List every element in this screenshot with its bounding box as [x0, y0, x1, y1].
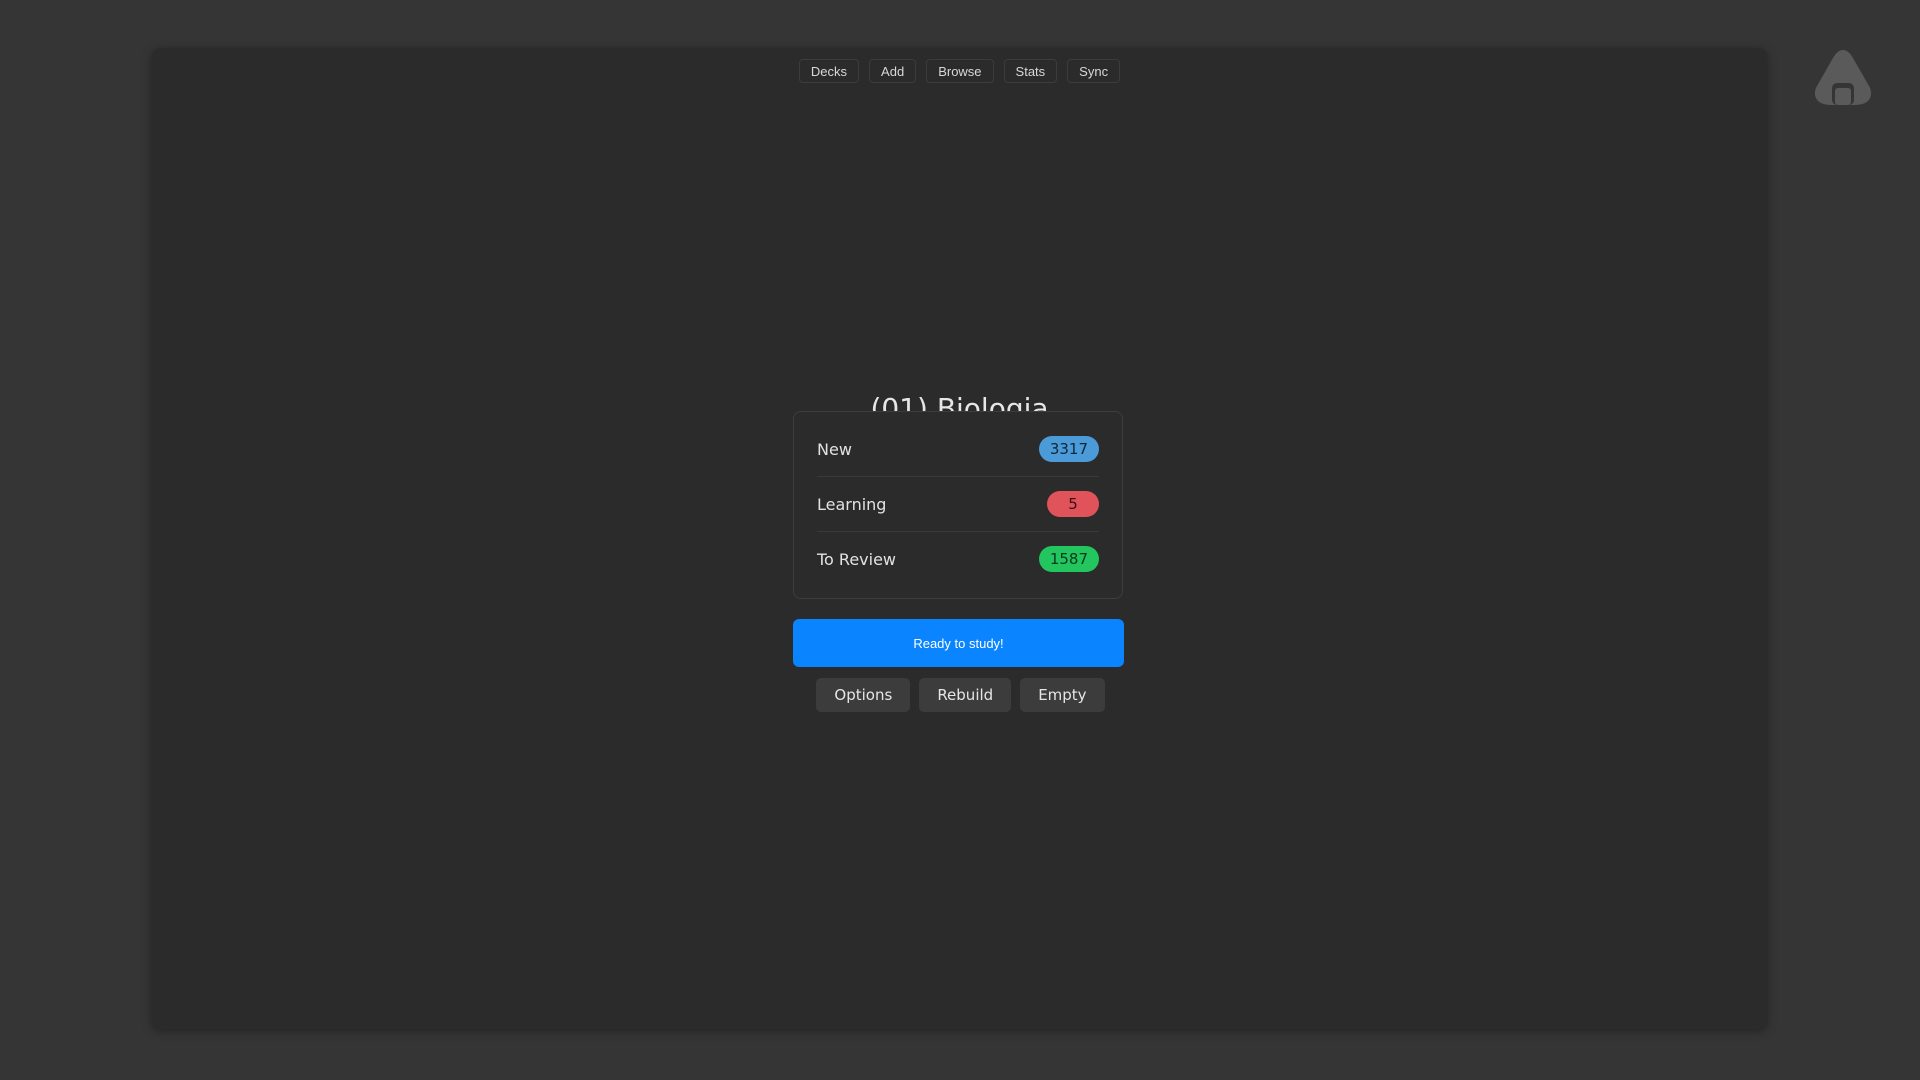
deck-counts-card: New 3317 Learning 5 To Review 1587: [793, 411, 1123, 599]
count-badge-learning: 5: [1047, 491, 1099, 517]
count-label-review: To Review: [817, 549, 897, 569]
count-row-review: To Review 1587: [817, 532, 1099, 586]
study-now-button[interactable]: Ready to study!: [793, 619, 1124, 667]
count-badge-new: 3317: [1038, 436, 1099, 462]
onigiri-icon: [1814, 50, 1872, 105]
top-toolbar: Decks Add Browse Stats Sync: [152, 59, 1767, 83]
count-row-learning: Learning 5: [817, 477, 1099, 532]
count-label-learning: Learning: [817, 494, 887, 514]
count-label-new: New: [817, 439, 852, 459]
count-row-new: New 3317: [817, 422, 1099, 477]
toolbar-add-button[interactable]: Add: [869, 59, 917, 83]
toolbar-sync-button[interactable]: Sync: [1067, 59, 1121, 83]
main-window: Decks Add Browse Stats Sync (01) Biologi…: [152, 48, 1767, 1029]
toolbar-browse-button[interactable]: Browse: [926, 59, 994, 83]
count-badge-review: 1587: [1038, 546, 1099, 572]
toolbar-stats-button[interactable]: Stats: [1003, 59, 1058, 83]
rebuild-button[interactable]: Rebuild: [919, 678, 1012, 712]
deck-actions: Options Rebuild Empty: [152, 678, 1767, 712]
options-button[interactable]: Options: [816, 678, 911, 712]
empty-button[interactable]: Empty: [1020, 678, 1105, 712]
toolbar-decks-button[interactable]: Decks: [798, 59, 860, 83]
